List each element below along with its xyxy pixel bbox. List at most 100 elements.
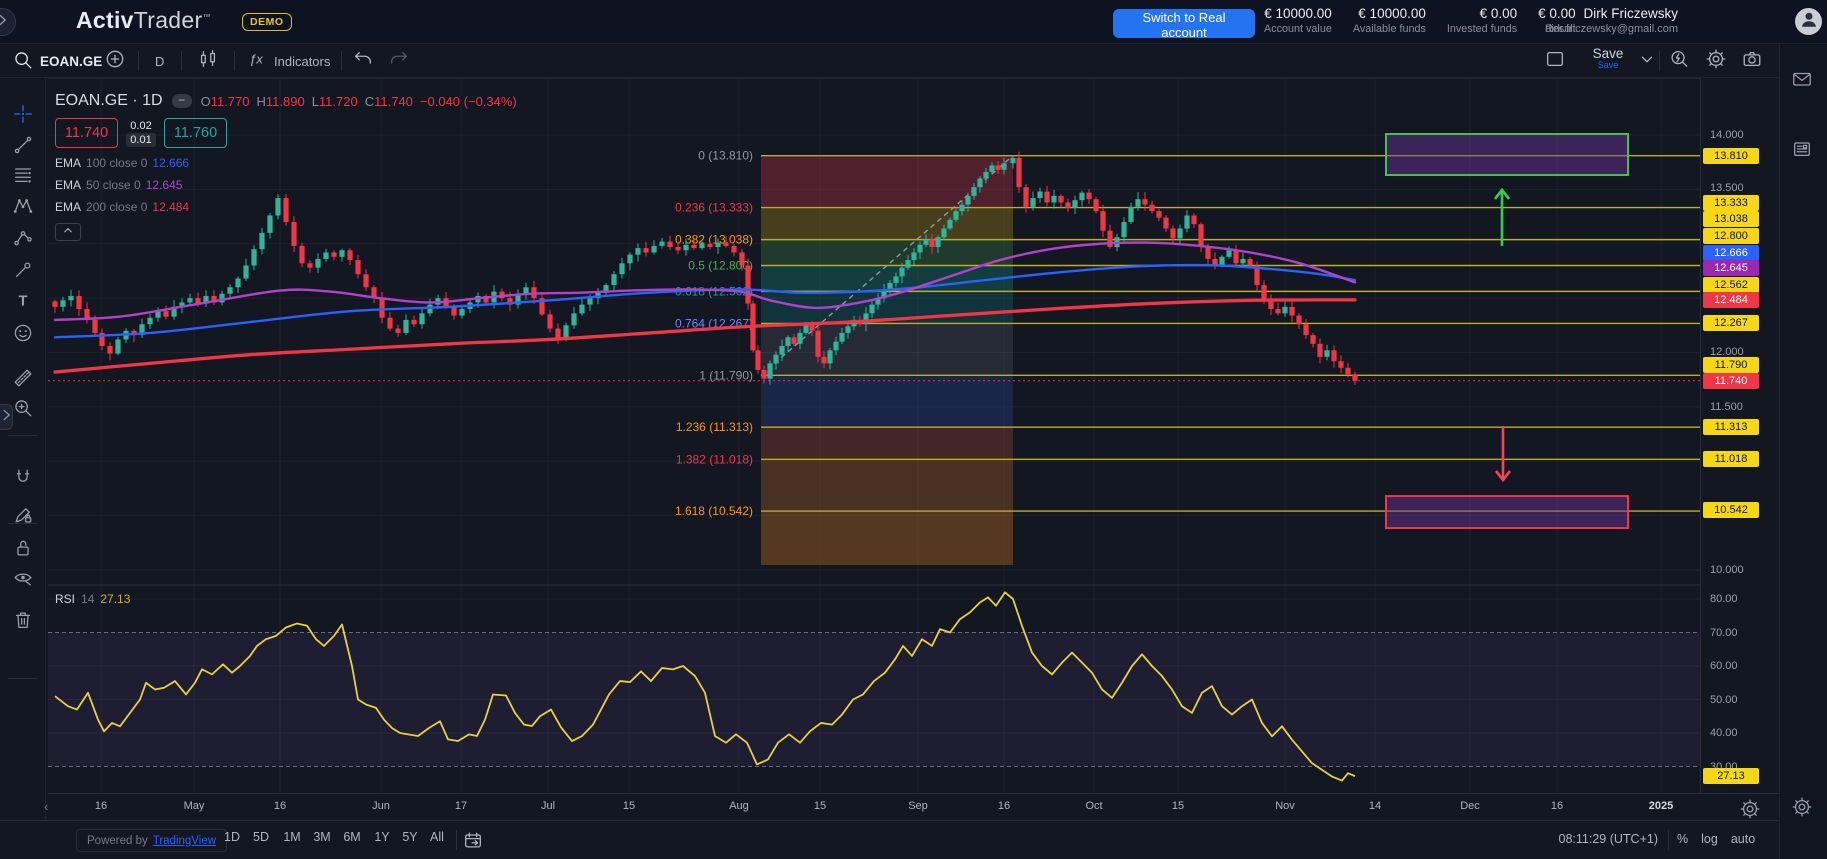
collapse-panel-button[interactable] [0, 8, 16, 36]
tool-xabcd-pattern[interactable] [9, 194, 37, 222]
price-axis-label: 13.500 [1710, 182, 1744, 194]
time-axis-label: Oct [1072, 800, 1116, 812]
indicator-row-ema100[interactable]: EMA100 close 012.666 [55, 156, 517, 170]
trend-line-icon [12, 134, 34, 161]
timezone-settings-icon[interactable] [1739, 798, 1761, 825]
save-sub-label: Save [1586, 60, 1630, 70]
tool-forecast[interactable] [9, 226, 37, 254]
legend-symbol[interactable]: EOAN.GE · 1D [55, 92, 163, 110]
candle [899, 268, 904, 277]
crosshair-icon [12, 103, 34, 130]
legend-collapse-caret[interactable] [55, 223, 81, 241]
range-button-1m[interactable]: 1M [277, 830, 307, 844]
add-symbol-button[interactable] [104, 44, 126, 78]
candle [1149, 205, 1154, 212]
candle [699, 244, 704, 248]
messages-button[interactable] [1791, 68, 1813, 95]
trash-icon [12, 609, 34, 636]
layout-button[interactable] [1544, 44, 1566, 78]
candle [1107, 231, 1112, 247]
symbol-search[interactable]: EOAN.GE [12, 44, 102, 78]
buy-button[interactable]: 11.760 [164, 118, 227, 148]
settings-button[interactable] [1791, 796, 1813, 823]
indicators-button[interactable]: ƒx Indicators [245, 44, 330, 78]
avatar[interactable] [1795, 8, 1822, 35]
tool-draw-lock[interactable] [9, 503, 37, 531]
svg-text:T: T [19, 293, 28, 309]
candle [1296, 316, 1301, 325]
price-badge: 13.810 [1703, 148, 1759, 164]
tool-brush[interactable] [9, 258, 37, 286]
fib-band [761, 156, 1013, 208]
chart-style-button[interactable] [197, 44, 219, 78]
time-axis-label: 15 [607, 800, 651, 812]
tool-ruler[interactable] [9, 366, 37, 394]
plus-circle-icon [104, 48, 126, 75]
timeframe-button[interactable]: D [155, 44, 164, 78]
candle [745, 266, 750, 304]
price-axis[interactable]: 14.00013.50012.00011.50010.00080.0070.00… [1700, 78, 1779, 793]
save-menu-button[interactable] [1636, 44, 1658, 78]
ema50-line [55, 243, 1355, 320]
range-button-5d[interactable]: 5D [246, 830, 276, 844]
gear-icon [1739, 807, 1761, 824]
user-email: dirk.friczewsky@gmail.com [1535, 23, 1678, 35]
range-button-6m[interactable]: 6M [337, 830, 367, 844]
tool-emoji[interactable] [9, 321, 37, 349]
redo-icon [388, 48, 410, 75]
redo-button[interactable] [388, 44, 410, 78]
switch-to-real-account-button[interactable]: Switch to Real account [1113, 9, 1255, 38]
magnet-icon [12, 467, 34, 494]
news-button[interactable] [1791, 138, 1813, 165]
tool-magnet[interactable] [9, 466, 37, 494]
stop-zone-box [1386, 496, 1628, 528]
auto-scale-toggle[interactable]: auto [1731, 832, 1755, 846]
rsi-legend[interactable]: RSI1427.13 [55, 592, 130, 606]
tool-fib-retracement[interactable] [9, 163, 37, 191]
candle [307, 263, 312, 267]
range-button-5y[interactable]: 5Y [395, 830, 425, 844]
lock-icon [12, 537, 34, 564]
chart-settings-button[interactable] [1705, 44, 1727, 78]
save-button[interactable]: Save Save [1586, 47, 1630, 70]
log-scale-toggle[interactable]: log [1701, 832, 1718, 846]
price-badge: 13.038 [1703, 211, 1759, 227]
go-to-date-button[interactable] [462, 829, 484, 856]
tradingview-link[interactable]: TradingView [153, 835, 216, 847]
tool-hide-drawings[interactable] [9, 566, 37, 594]
scroll-left-tab[interactable]: ‹ [44, 799, 48, 814]
sell-button[interactable]: 11.740 [55, 118, 118, 148]
clock[interactable]: 08:11:29 (UTC+1) [1528, 832, 1658, 846]
time-axis-label: May [172, 800, 216, 812]
snapshot-button[interactable] [1741, 44, 1763, 78]
tool-trend-line[interactable] [9, 133, 37, 161]
time-axis[interactable]: 16May16Jun17Jul15Aug15Sep16Oct15Nov14Dec… [48, 793, 1700, 820]
range-button-all[interactable]: All [422, 830, 452, 844]
candle [571, 313, 576, 325]
price-badge: 12.800 [1703, 228, 1759, 244]
price-badge: 11.313 [1703, 419, 1759, 435]
time-axis-label: Nov [1263, 800, 1307, 812]
legend-collapse-button[interactable]: − [172, 94, 192, 108]
target-zone-box [1386, 134, 1628, 175]
percent-scale-toggle[interactable]: % [1677, 832, 1688, 846]
tool-crosshair[interactable] [9, 102, 37, 130]
range-button-3m[interactable]: 3M [307, 830, 337, 844]
range-button-1y[interactable]: 1Y [367, 830, 397, 844]
indicator-row-ema200[interactable]: EMA200 close 012.484 [55, 200, 517, 214]
candle [235, 279, 240, 288]
tool-lock[interactable] [9, 536, 37, 564]
indicator-row-ema50[interactable]: EMA50 close 012.645 [55, 178, 517, 192]
quick-search-button[interactable] [1668, 44, 1690, 78]
candle [1010, 158, 1015, 163]
candle [163, 311, 168, 316]
undo-button[interactable] [352, 44, 374, 78]
fib-band [761, 427, 1013, 459]
range-button-1d[interactable]: 1D [217, 830, 247, 844]
candle [651, 246, 656, 253]
tool-trash[interactable] [9, 608, 37, 636]
price-axis-label: 80.00 [1710, 593, 1738, 605]
watchlist-expand-tab[interactable] [0, 404, 13, 430]
candle [675, 247, 680, 250]
tool-text-tool[interactable]: T [9, 289, 37, 317]
